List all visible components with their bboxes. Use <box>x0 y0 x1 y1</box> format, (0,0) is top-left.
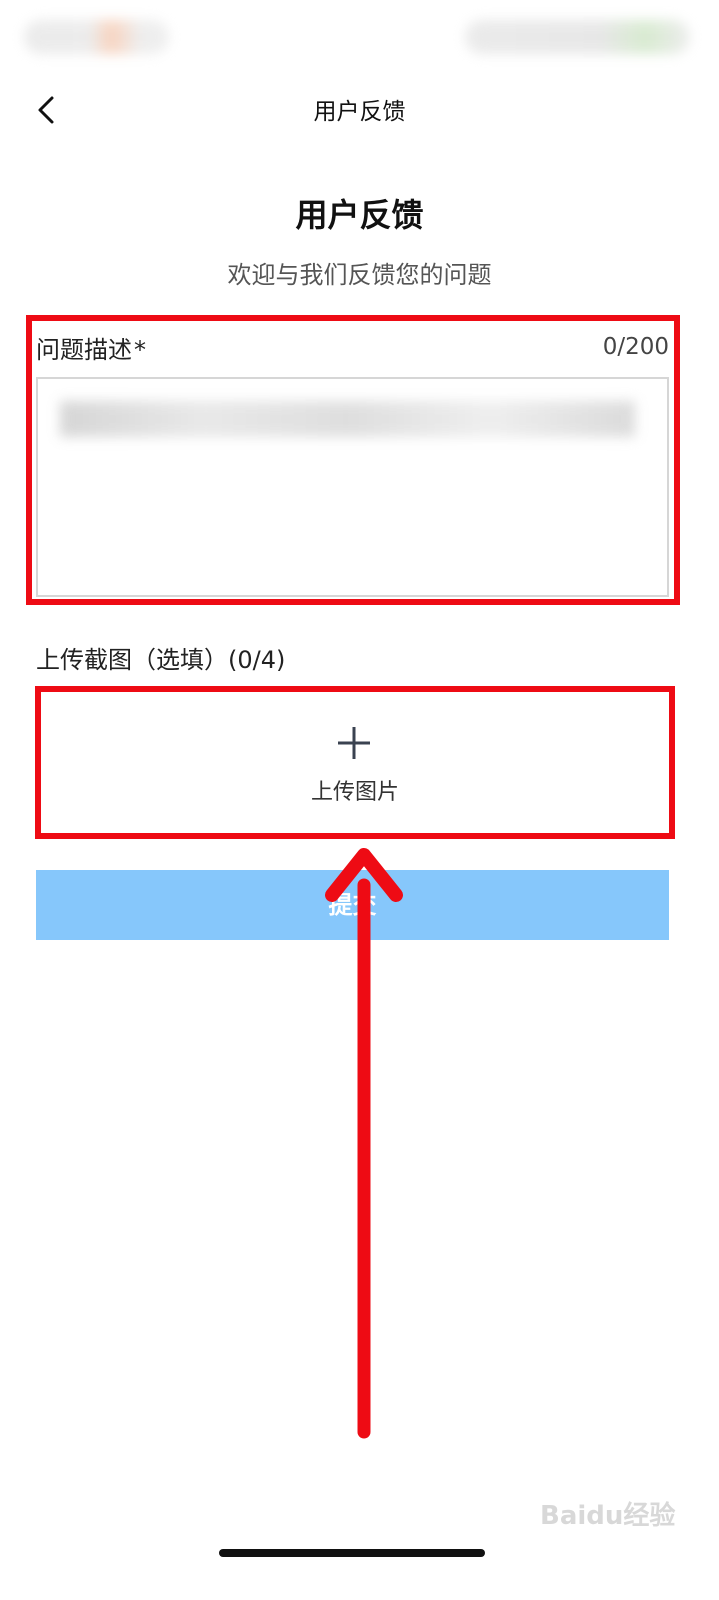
page-title: 用户反馈 <box>295 196 424 234</box>
home-indicator <box>219 1549 485 1557</box>
description-counter: 0/200 <box>602 334 669 360</box>
upload-image-button[interactable]: 上传图片 <box>40 690 670 832</box>
description-label: 问题描述* <box>36 330 146 365</box>
upload-image-label: 上传图片 <box>310 780 399 805</box>
page-subtitle: 欢迎与我们反馈您的问题 <box>227 261 492 289</box>
description-textarea[interactable] <box>36 377 669 597</box>
navbar-title: 用户反馈 <box>313 99 406 125</box>
upload-label: 上传截图（选填）(0/4) <box>36 646 286 674</box>
required-mark: * <box>134 336 146 364</box>
navbar: 用户反馈 <box>0 78 719 138</box>
plus-icon <box>338 727 370 759</box>
submit-button[interactable]: 提交 <box>36 870 669 940</box>
watermark-logo: Baidu经验 <box>540 1501 676 1531</box>
description-label-text: 问题描述 <box>36 336 132 364</box>
status-bar-left-blurred <box>24 20 169 54</box>
status-bar-right-blurred <box>465 20 690 54</box>
description-placeholder-blurred <box>60 401 635 437</box>
